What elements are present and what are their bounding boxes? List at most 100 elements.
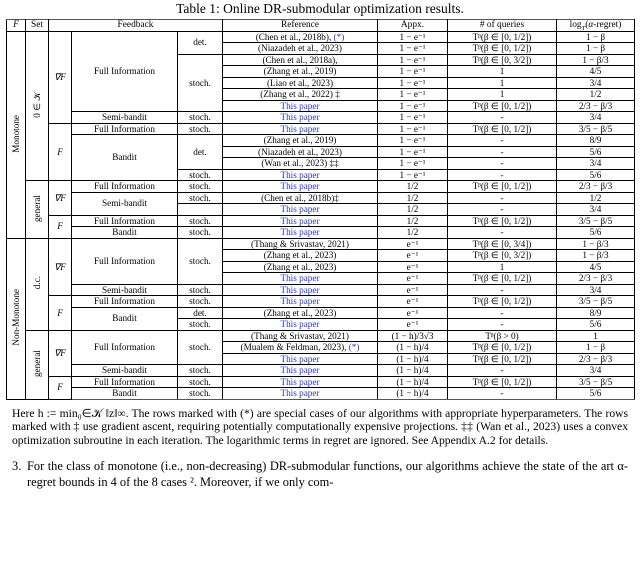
col-header-reference: Reference [222, 19, 378, 32]
feedback-type-stoch: stoch. [177, 122, 223, 135]
cell-appx: 1 − e⁻¹ [377, 122, 448, 135]
cell-reference-this-paper[interactable]: This paper [222, 214, 378, 227]
cell-reference-this-paper[interactable]: This paper [222, 375, 378, 388]
cell-appx: e⁻¹ [377, 318, 448, 331]
table-row: Bandit stoch. This paper 1/2 - 5/6 [7, 226, 635, 239]
cell-appx: (1 − h)/4 [377, 341, 448, 354]
cell-regret: 1/2 [556, 191, 635, 204]
feedback-type-stoch: stoch. [177, 318, 223, 331]
cell-appx: 1 − e⁻¹ [377, 65, 448, 78]
cell-regret: 3/4 [556, 364, 635, 377]
cell-appx: 1 − e⁻¹ [377, 53, 448, 66]
cell-reference-this-paper[interactable]: This paper [222, 364, 378, 377]
cell-reference-this-paper[interactable]: This paper [222, 122, 378, 135]
cell-appx: 1/2 [377, 214, 448, 227]
cell-reference: (Chen et al., 2018a), [222, 53, 378, 66]
star-marker: (*) [348, 342, 360, 353]
cell-regret: 5/6 [556, 226, 635, 239]
cell-appx: e⁻¹ [377, 260, 448, 273]
cell-reference-this-paper[interactable]: This paper [222, 387, 378, 400]
cell-reference-this-paper[interactable]: This paper [222, 352, 378, 365]
cell-regret: 3/5 − β/5 [556, 122, 635, 135]
cell-reference-this-paper[interactable]: This paper [222, 180, 378, 193]
cell-reference: (Zhang et al., 2022) ‡ [222, 88, 378, 101]
group-set-dc: d.c. [25, 237, 49, 331]
cell-reference-this-paper[interactable]: This paper [222, 99, 378, 112]
cell-queries: Tᵝ(β ∈ [0, 1/2]) [447, 295, 557, 308]
cell-queries: - [447, 306, 557, 319]
feedback-bandit-4: Bandit [71, 387, 178, 400]
feedback-full-information-3: Full Information [71, 180, 178, 193]
cell-queries: Tᵝ(β ∈ [0, 1/2]) [447, 341, 557, 354]
cell-appx: 1 − e⁻¹ [377, 145, 448, 158]
cell-reference-this-paper[interactable]: This paper [222, 111, 378, 124]
cell-reference: (Zhang et al., 2023) [222, 260, 378, 273]
feedback-type-det: det. [177, 306, 223, 319]
cell-reference-this-paper[interactable]: This paper [222, 318, 378, 331]
cell-reference-this-paper[interactable]: This paper [222, 168, 378, 181]
cell-regret: 3/4 [556, 76, 635, 89]
cell-regret: 2/3 − β/3 [556, 99, 635, 112]
cell-appx: 1 − e⁻¹ [377, 168, 448, 181]
feedback-type-stoch: stoch. [177, 226, 223, 239]
cell-queries: - [447, 226, 557, 239]
cell-appx: 1/2 [377, 226, 448, 239]
cell-regret: 5/6 [556, 387, 635, 400]
feedback-full-information-6: Full Information [71, 295, 178, 308]
cell-appx: 1 − e⁻¹ [377, 76, 448, 89]
feedback-type-stoch: stoch. [177, 387, 223, 400]
cell-regret: 3/5 − β/5 [556, 214, 635, 227]
cell-regret: 1 − β/3 [556, 249, 635, 262]
cell-reference-this-paper[interactable]: This paper [222, 272, 378, 285]
feedback-full-information-1: Full Information [71, 30, 178, 112]
cell-reference: (Mualem & Feldman, 2023), (*) [222, 341, 378, 354]
table-row: Bandit det. (Zhang et al., 2023) e⁻¹ - 8… [7, 306, 635, 331]
cell-appx: 1/2 [377, 180, 448, 193]
cell-queries: - [447, 387, 557, 400]
feedback-full-information-4: Full Information [71, 214, 178, 227]
group-set-general-1: general [25, 180, 49, 239]
table-row: F Full Information stoch. This paper e⁻¹… [7, 295, 635, 331]
group-f-non-monotone: Non-Monotone [6, 237, 26, 400]
table-row: Bandit stoch. This paper (1 − h)/4 - 5/6 [7, 387, 635, 400]
cell-reference: (Thang & Srivastav, 2021) [222, 237, 378, 250]
cell-appx: e⁻¹ [377, 237, 448, 250]
feedback-type-det: det. [177, 30, 223, 55]
cell-appx: 1 − e⁻¹ [377, 42, 448, 55]
group-plain-f-4: F [48, 375, 72, 400]
cell-reference-this-paper[interactable]: This paper [222, 283, 378, 296]
col-header-feedback: Feedback [48, 19, 223, 32]
cell-queries: - [447, 364, 557, 377]
cell-regret: 1/2 [556, 88, 635, 101]
cell-queries: Tᵝ(β ∈ [0, 3/2]) [447, 53, 557, 66]
cell-regret: 2/3 − β/3 [556, 180, 635, 193]
cell-reference-this-paper[interactable]: This paper [222, 295, 378, 308]
cell-regret: 2/3 − β/3 [556, 272, 635, 285]
feedback-type-stoch: stoch. [177, 237, 223, 285]
cell-reference: (Thang & Srivastav, 2021) [222, 329, 378, 342]
cell-reference-this-paper[interactable]: This paper [222, 226, 378, 239]
cell-queries: Tᵝ(β ∈ [0, 1/2]) [447, 272, 557, 285]
table-row: Monotone 0 ∈ 𝒦 ∇F Full Information det. … [6, 30, 635, 239]
feedback-type-blank [177, 203, 223, 216]
feedback-type-stoch: stoch. [177, 375, 223, 388]
feedback-full-information-2: Full Information [71, 122, 178, 135]
cell-queries: Tᵝ(β ∈ [0, 1/2]) [447, 99, 557, 112]
table-row: general ∇F Full Information stoch. This … [7, 180, 635, 239]
feedback-type-stoch: stoch. [177, 364, 223, 377]
cell-reference-this-paper[interactable]: This paper [222, 203, 378, 216]
cell-appx: 1 − e⁻¹ [377, 134, 448, 147]
cell-queries: Tᵝ(β ∈ [0, 1/2]) [447, 122, 557, 135]
feedback-type-stoch: stoch. [177, 295, 223, 308]
cell-regret: 3/5 − β/5 [556, 375, 635, 388]
col-header-queries: # of queries [447, 19, 557, 32]
col-header-regret: logT(α-regret) [556, 19, 635, 32]
cell-reference: (Liao et al., 2023) [222, 76, 378, 89]
cell-regret: 5/6 [556, 145, 635, 158]
feedback-bandit-1: Bandit [71, 134, 178, 181]
table-row: F Full Information stoch. This paper 1/2… [7, 214, 635, 239]
results-table: F Set Feedback Reference Appx. # of quer… [6, 19, 635, 400]
cell-queries: - [447, 111, 557, 124]
cell-regret: 1 − β [556, 30, 635, 43]
cell-regret: 3/4 [556, 203, 635, 216]
